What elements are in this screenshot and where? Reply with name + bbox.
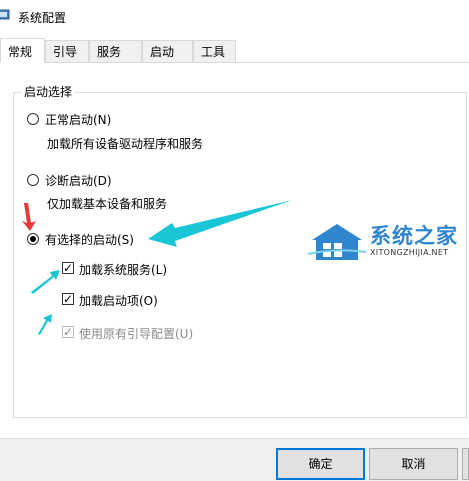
ok-button[interactable]: 确定 [276, 448, 365, 480]
normal-startup-label[interactable]: 正常启动(N) [45, 111, 111, 128]
watermark-url: XITONGZHIJIA.NET [370, 248, 449, 257]
watermark-text: 系统之家 [370, 224, 458, 248]
diagnostic-startup-label[interactable]: 诊断启动(D) [45, 172, 112, 189]
diagnostic-startup-radio[interactable] [27, 174, 39, 186]
tab-tools[interactable]: 工具 [193, 40, 236, 62]
apply-button-partial[interactable] [462, 448, 469, 480]
startup-selection-label: 启动选择 [22, 83, 75, 100]
selective-startup-radio[interactable] [27, 233, 39, 245]
tab-boot[interactable]: 引导 [45, 40, 89, 62]
title-bar: 系统配置 [0, 0, 469, 36]
check-icon: ✓ [63, 292, 74, 306]
normal-startup-description: 加载所有设备驱动程序和服务 [47, 137, 204, 151]
check-icon: ✓ [63, 325, 74, 339]
tab-startup[interactable]: 启动 [142, 40, 193, 62]
load-system-services-label[interactable]: 加载系统服务(L) [79, 261, 167, 278]
use-original-boot-config-label: 使用原有引导配置(U) [79, 327, 194, 341]
load-startup-items-label[interactable]: 加载启动项(O) [79, 292, 158, 309]
check-icon: ✓ [63, 261, 74, 275]
tab-strip: 常规 引导 服务 启动 工具 [0, 38, 469, 64]
normal-startup-radio[interactable] [27, 113, 39, 125]
selective-startup-label[interactable]: 有选择的启动(S) [45, 231, 134, 248]
system-config-icon [0, 9, 10, 20]
watermark-logo: 系统之家 XITONGZHIJIA.NET [306, 218, 462, 264]
window-title: 系统配置 [18, 11, 67, 25]
tab-general[interactable]: 常规 [0, 38, 45, 63]
tab-services[interactable]: 服务 [89, 40, 142, 62]
cancel-button[interactable]: 取消 [369, 448, 458, 480]
house-logo-icon [307, 224, 367, 260]
diagnostic-startup-description: 仅加载基本设备和服务 [47, 197, 168, 211]
